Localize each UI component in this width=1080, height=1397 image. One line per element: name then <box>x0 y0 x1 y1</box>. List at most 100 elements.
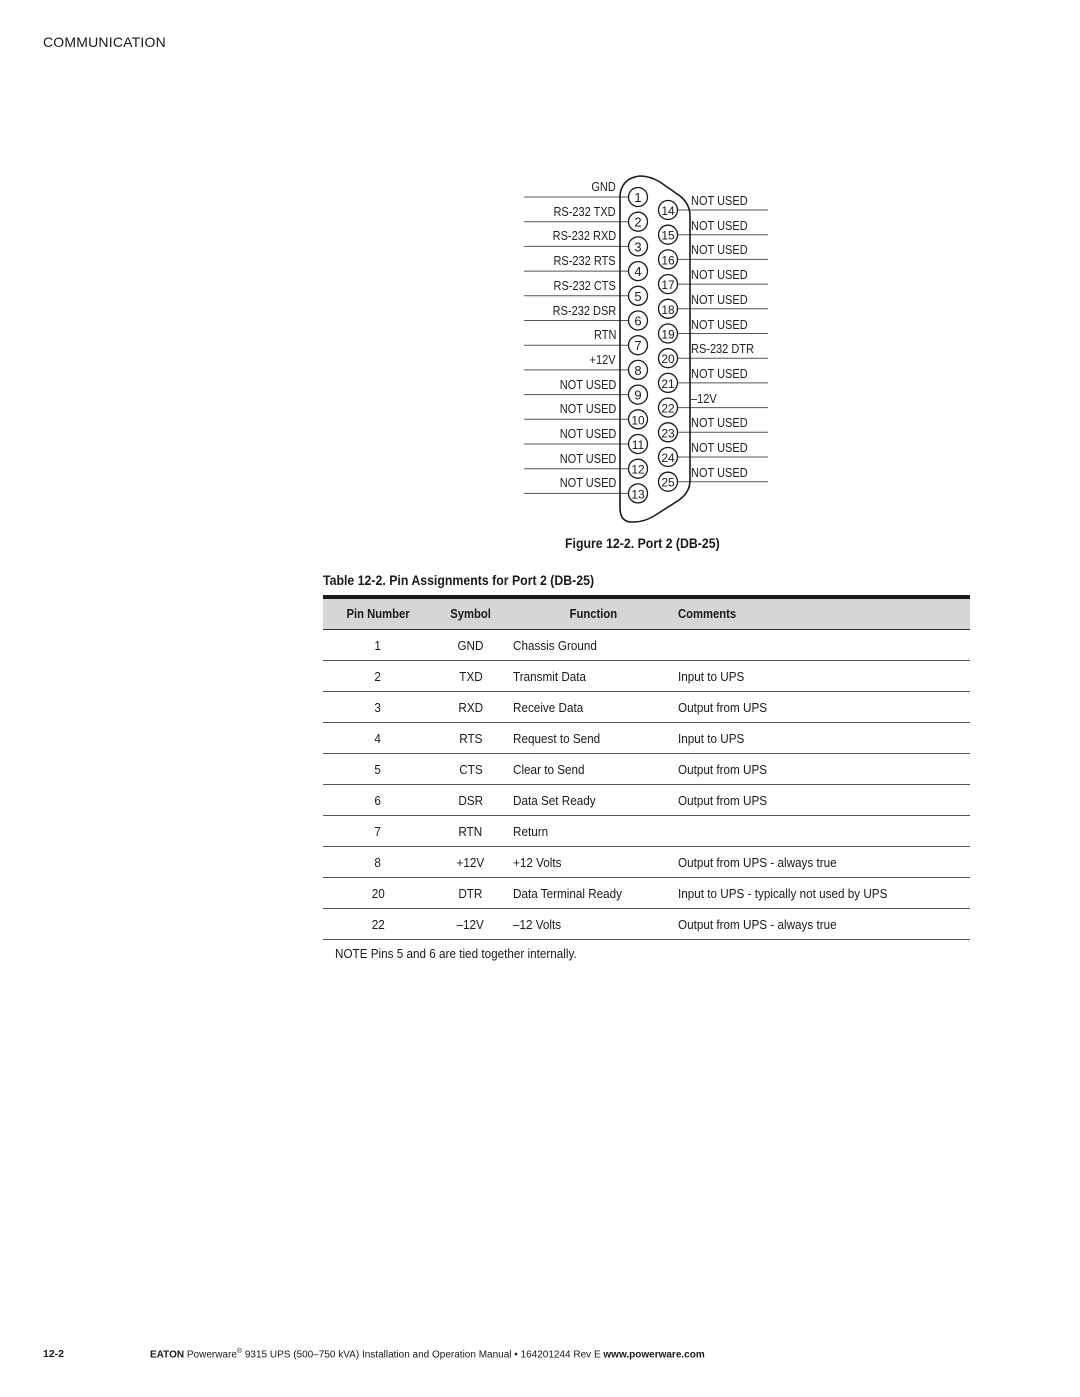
cell-pin-number: 7 <box>374 823 382 839</box>
pin-3-number: 3 <box>634 239 641 254</box>
table-row: 1 GND Chassis Ground <box>323 630 970 661</box>
cell-comments: Input to UPS <box>678 730 745 746</box>
pin-1-label: GND <box>591 180 616 194</box>
pin-20-label: RS-232 DTR <box>691 342 754 357</box>
footer-brand: EATON <box>150 1349 185 1361</box>
pin-11-label: NOT USED <box>559 427 616 441</box>
figure-caption: Figure 12-2. Port 2 (DB-25) <box>565 535 720 551</box>
cell-comments: Output from UPS - always true <box>678 854 837 870</box>
table-row: 4 RTS Request to Send Input to UPS <box>323 723 970 754</box>
pin-21-number: 21 <box>661 377 675 391</box>
cell-symbol: +12V <box>456 854 485 870</box>
footer-product: Powerware <box>186 1349 237 1361</box>
pin-21-label: NOT USED <box>691 366 748 381</box>
cell-function: Transmit Data <box>513 668 587 684</box>
pin-7-number: 7 <box>634 338 641 353</box>
table-body: 1 GND Chassis Ground 2 TXD Transmit Data Input… <box>323 630 970 940</box>
pin-11-number: 11 <box>632 438 645 452</box>
pin-10-number: 10 <box>631 413 645 427</box>
pin-4-label: RS-232 RTS <box>553 254 616 269</box>
cell-comments: Output from UPS <box>678 792 768 808</box>
cell-symbol: RXD <box>458 699 483 715</box>
pin-23-label: NOT USED <box>691 416 748 431</box>
pin-6-number: 6 <box>634 314 641 329</box>
cell-function: Data Terminal Ready <box>513 885 623 901</box>
pin-2-number: 2 <box>634 215 641 230</box>
pin-assignment-table: Pin Number Symbol Function Comments 1 GND… <box>323 595 970 940</box>
pin-13-label: NOT USED <box>559 476 616 491</box>
cell-symbol: DTR <box>458 885 483 901</box>
pin-3-label: RS-232 RXD <box>552 229 616 244</box>
cell-symbol: TXD <box>458 668 483 684</box>
pin-17-number: 17 <box>661 278 675 292</box>
table-row: 22 –12V –12 Volts Output from UPS - always … <box>323 909 970 940</box>
cell-symbol: DSR <box>458 792 483 808</box>
cell-pin-number: 1 <box>374 637 382 653</box>
pin-18-number: 18 <box>661 303 675 317</box>
table-caption: Table 12-2. Pin Assignments for Port 2 (… <box>323 572 595 588</box>
pin-5-label: RS-232 CTS <box>553 278 616 293</box>
footer-website: www.powerware.com <box>603 1349 705 1361</box>
pin-17-label: NOT USED <box>691 268 748 283</box>
table-row: 6 DSR Data Set Ready Output from UPS <box>323 785 970 816</box>
cell-symbol: GND <box>457 637 484 653</box>
cell-function: Request to Send <box>513 730 601 746</box>
table-row: 7 RTN Return <box>323 816 970 847</box>
pin-12-number: 12 <box>631 463 645 477</box>
pin-1-number: 1 <box>634 190 641 205</box>
pin-19-number: 19 <box>661 328 675 342</box>
cell-comments: Output from UPS <box>678 761 768 777</box>
pin-24-number: 24 <box>661 451 675 465</box>
cell-function: Receive Data <box>513 699 584 715</box>
pin-2-label: RS-232 TXD <box>553 204 616 219</box>
cell-function: Chassis Ground <box>513 637 597 653</box>
pin-10-label: NOT USED <box>559 402 616 417</box>
pin-22-label: –12V <box>691 391 717 406</box>
pin-9-label: NOT USED <box>559 377 616 392</box>
pin-25-number: 25 <box>661 476 675 490</box>
pin-23-number: 23 <box>661 426 675 440</box>
footer-manual-info: 9315 UPS (500–750 kVA) Installation and … <box>242 1349 604 1361</box>
pin-24-label: NOT USED <box>691 441 748 455</box>
column-header-symbol: Symbol <box>450 607 491 621</box>
cell-comments: Input to UPS <box>678 668 745 684</box>
pin-9-number: 9 <box>634 388 641 403</box>
db25-connector-diagram: 1 2 3 4 5 6 7 8 9 10 11 12 13 14 15 16 17 18 19 20 21 22 23 24 2… <box>0 0 1080 530</box>
table-row: 2 TXD Transmit Data Input to UPS <box>323 661 970 692</box>
pin-16-label: NOT USED <box>691 243 748 258</box>
connector-outline-svg: 1234567891011121314151617181920212223242… <box>524 175 768 523</box>
pin-15-label: NOT USED <box>691 218 748 233</box>
table-header-row: Pin Number Symbol Function Comments <box>323 599 970 630</box>
cell-pin-number: 8 <box>374 854 382 870</box>
cell-symbol: RTN <box>458 823 483 839</box>
footer-text: EATON Powerware® 9315 UPS (500–750 kVA) … <box>150 1348 705 1360</box>
pin-4-number: 4 <box>634 264 641 279</box>
pin-5-number: 5 <box>634 289 641 304</box>
cell-pin-number: 20 <box>371 885 385 901</box>
cell-function: Clear to Send <box>513 761 585 777</box>
column-header-comments: Comments <box>678 607 737 621</box>
cell-pin-number: 3 <box>374 699 382 715</box>
table-note: NOTE Pins 5 and 6 are tied together inte… <box>335 946 577 961</box>
column-header-function: Function <box>569 607 617 621</box>
pin-16-number: 16 <box>661 253 675 267</box>
cell-pin-number: 22 <box>371 916 385 932</box>
table-row: 3 RXD Receive Data Output from UPS <box>323 692 970 723</box>
pin-8-number: 8 <box>634 363 641 378</box>
column-header-pin-number: Pin Number <box>346 607 410 621</box>
pin-18-label: NOT USED <box>691 292 748 307</box>
cell-function: +12 Volts <box>513 854 562 870</box>
cell-pin-number: 5 <box>374 761 382 777</box>
table-row: 5 CTS Clear to Send Output from UPS <box>323 754 970 785</box>
pin-6-label: RS-232 DSR <box>552 303 616 318</box>
pin-7-label: RTN <box>593 328 616 343</box>
cell-function: Data Set Ready <box>513 792 596 808</box>
cell-symbol: CTS <box>458 761 483 777</box>
table-row: 20 DTR Data Terminal Ready Input to UPS - t… <box>323 878 970 909</box>
cell-symbol: –12V <box>456 916 485 932</box>
cell-comments: Output from UPS - always true <box>678 916 837 932</box>
cell-symbol: RTS <box>458 730 483 746</box>
pin-20-number: 20 <box>661 352 675 366</box>
page-number: 12-2 <box>43 1348 65 1360</box>
pin-15-number: 15 <box>661 229 675 243</box>
